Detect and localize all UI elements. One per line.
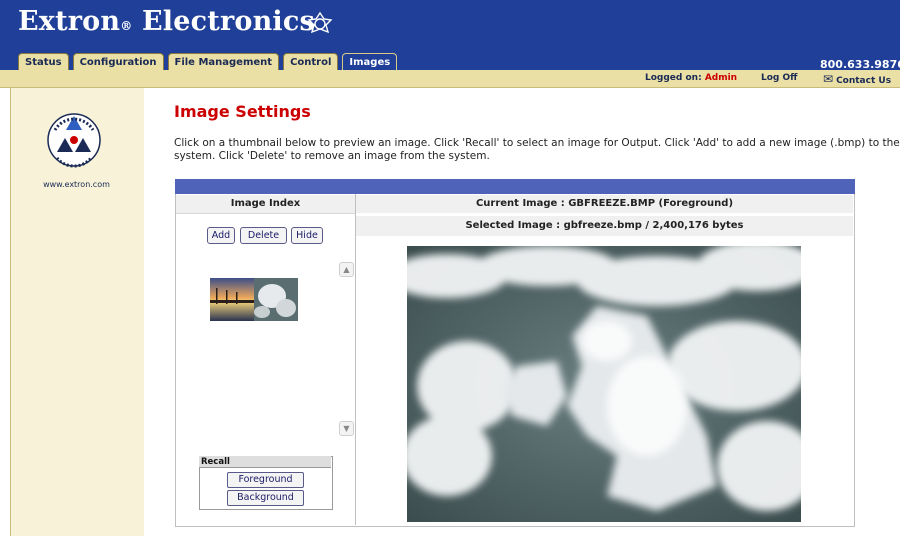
recall-label: Recall [199,456,331,468]
panel-header-bar [175,179,855,194]
recall-foreground-button[interactable]: Foreground [227,472,304,488]
image-preview [407,246,801,522]
hide-button[interactable]: Hide [291,227,323,244]
brand-wordmark: Extron® Electronics [18,6,315,37]
extron-logo-icon [307,11,333,34]
scroll-down-arrow-icon[interactable]: ▼ [339,421,354,436]
tab-images[interactable]: Images [342,53,398,70]
envelope-icon: ✉ [823,72,834,86]
contact-us-label: Contact Us [836,76,892,86]
log-off-link[interactable]: Log Off [761,73,797,83]
tab-control[interactable]: Control [283,53,339,70]
phone-number: 800.633.9876 [820,58,900,70]
image-index-header: Image Index [176,195,355,214]
service-support-solutions-badge-icon [47,113,101,168]
logged-on-status: Logged on: Admin [645,73,737,83]
contact-us-link[interactable]: ✉ Contact Us [823,72,891,86]
add-button[interactable]: Add [207,227,235,244]
logged-on-label: Logged on: [645,73,702,83]
tab-file-management[interactable]: File Management [167,53,280,70]
brand-name-second: Electronics [142,6,315,37]
header-banner: Extron® Electronics Status Configuration… [0,0,900,70]
instructions-text: Click on a thumbnail below to preview an… [174,137,900,162]
tab-configuration[interactable]: Configuration [72,53,164,70]
scroll-up-arrow-icon[interactable]: ▲ [339,262,354,277]
brand-name: Extron [18,6,121,37]
recall-background-button[interactable]: Background [227,490,304,506]
tab-status[interactable]: Status [18,53,69,70]
logged-on-user: Admin [704,73,738,83]
brand-registered-mark: ® [120,19,133,33]
current-image-label: Current Image : GBFREEZE.BMP (Foreground… [356,195,853,213]
selected-image-label: Selected Image : gbfreeze.bmp / 2,400,17… [356,216,853,236]
extron-website-link[interactable]: www.extron.com [10,180,143,189]
thumbnail-image[interactable] [210,278,298,321]
delete-button[interactable]: Delete [240,227,287,244]
main-tabs: Status Configuration File Management Con… [18,53,398,70]
page-title: Image Settings [174,102,311,121]
